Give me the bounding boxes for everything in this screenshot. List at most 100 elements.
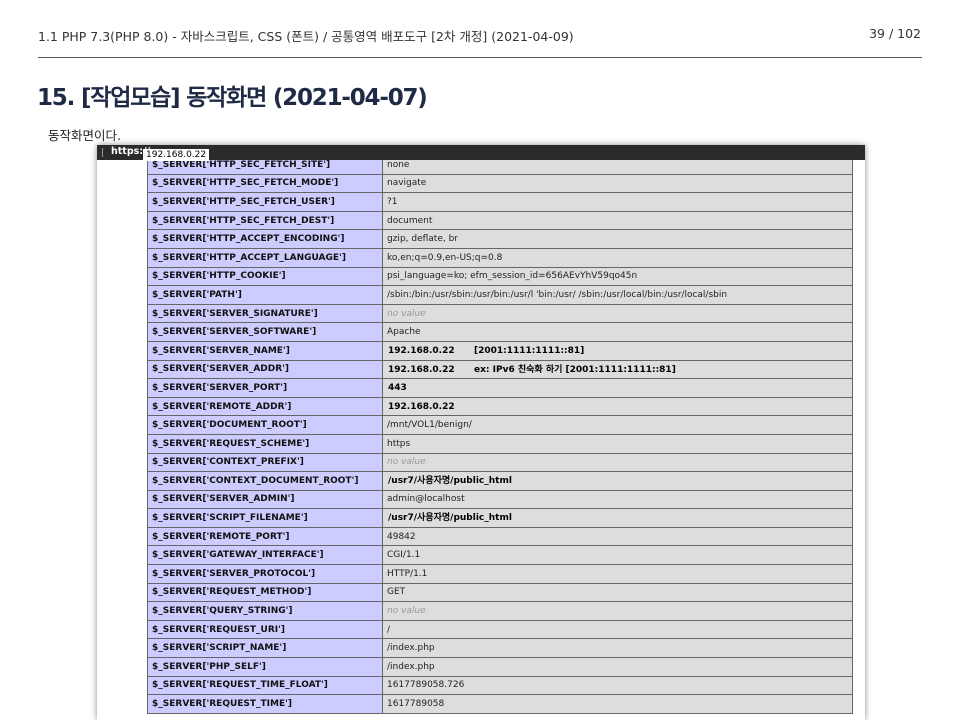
redaction-overlay-label: /usr7/사용자명/public_html (385, 509, 515, 527)
variable-value-cell: /usr7/사용자명/public_html (382, 508, 853, 528)
intro-text: 동작화면이다. (48, 128, 121, 143)
variable-value-cell: no value (382, 601, 853, 621)
variable-name-cell: $_SERVER['SERVER_PROTOCOL'] (147, 564, 383, 584)
variable-name-cell: $_SERVER['REMOTE_PORT'] (147, 526, 383, 547)
variable-value-cell: GET (382, 582, 853, 603)
variable-value: / (387, 624, 391, 635)
variable-value: https (387, 438, 411, 449)
variable-name-cell: $_SERVER['SCRIPT_NAME'] (147, 638, 383, 659)
variable-value-cell: document (382, 210, 853, 231)
variable-value: CGI/1.1 (387, 550, 421, 561)
variable-value-cell: gzip, deflate, br (382, 229, 853, 249)
table-row: $_SERVER['REQUEST_TIME'] 1617789058 (147, 694, 853, 714)
variable-value: GET (387, 587, 406, 598)
variable-name-cell: $_SERVER['HTTP_SEC_FETCH_DEST'] (147, 210, 383, 231)
table-row: $_SERVER['REMOTE_PORT'] 49842 (147, 526, 853, 547)
table-row: $_SERVER['HTTP_SEC_FETCH_MODE'] navigate (147, 173, 853, 194)
variable-name-cell: $_SERVER['HTTP_SEC_FETCH_MODE'] (147, 173, 383, 194)
page-header-title: 1.1 PHP 7.3(PHP 8.0) - 자바스크립트, CSS (폰트) … (38, 29, 574, 44)
variable-name-cell: $_SERVER['REQUEST_TIME_FLOAT'] (147, 675, 383, 696)
table-row: $_SERVER['DOCUMENT_ROOT'] /mnt/VOL1/benig… (147, 415, 853, 435)
variable-value: none (387, 159, 410, 170)
variable-value-cell: / (382, 619, 853, 640)
variable-value: Apache (387, 327, 421, 338)
variable-name-cell: $_SERVER['REQUEST_TIME'] (147, 694, 383, 714)
table-row: $_SERVER['SCRIPT_FILENAME']/usr7/사용자명/pu… (147, 508, 853, 528)
variable-value: /index.php (387, 661, 435, 672)
variable-value-cell: no value (382, 303, 853, 324)
variable-name-cell: $_SERVER['HTTP_COOKIE'] (147, 266, 383, 287)
variable-value-cell: HTTP/1.1 (382, 564, 853, 584)
variable-name-cell: $_SERVER['GATEWAY_INTERFACE'] (147, 545, 383, 566)
table-row: $_SERVER['REMOTE_ADDR'] 192.168.0.22 (147, 396, 853, 417)
screenshot-frame: $_SERVER['HTTP_SEC_FETCH_SITE'] none $_SER… (97, 145, 865, 720)
variable-value: navigate (387, 178, 427, 189)
table-row: $_SERVER['REQUEST_SCHEME'] https (147, 433, 853, 454)
browser-url-bar[interactable]: https:// 192.168.0.22 (97, 145, 865, 161)
variable-name-cell: $_SERVER['SERVER_ADMIN'] (147, 489, 383, 510)
table-row: $_SERVER['SERVER_PORT'] 443 (147, 378, 853, 398)
variable-value-cell: admin@localhost (382, 489, 853, 510)
table-row: $_SERVER['HTTP_COOKIE'] psi_language=ko; … (147, 266, 853, 287)
variable-name-cell: $_SERVER['PHP_SELF'] (147, 657, 383, 677)
variable-name-cell: $_SERVER['CONTEXT_DOCUMENT_ROOT'] (147, 471, 383, 491)
variable-name-cell: $_SERVER['REQUEST_URI'] (147, 619, 383, 640)
table-row: $_SERVER['REQUEST_METHOD'] GET (147, 582, 853, 603)
variable-name-cell: $_SERVER['REQUEST_SCHEME'] (147, 433, 383, 454)
table-row: $_SERVER['QUERY_STRING'] no value (147, 601, 853, 621)
variable-value: ?1 (387, 196, 398, 207)
page-number: 39 / 102 (869, 26, 921, 41)
variable-value: admin@localhost (387, 494, 465, 505)
header-divider (38, 57, 922, 58)
variable-value: /index.php (387, 643, 435, 654)
table-row: $_SERVER['SERVER_SOFTWARE'] Apache (147, 322, 853, 342)
table-row: $_SERVER['HTTP_ACCEPT_LANGUAGE'] ko,en;q=… (147, 247, 853, 268)
server-variables-table: $_SERVER['HTTP_SEC_FETCH_SITE'] none $_SER… (147, 155, 853, 714)
table-row: $_SERVER['PATH'] /sbin:/bin:/usr/sbin:/us… (147, 285, 853, 305)
variable-value-cell: 443 (382, 378, 853, 398)
variable-value: psi_language=ko; efm_session_id=656AEvYh… (387, 271, 638, 282)
variable-value-cell: 192.168.0.22 (382, 396, 853, 417)
variable-name-cell: $_SERVER['SCRIPT_FILENAME'] (147, 508, 383, 528)
variable-value-cell: CGI/1.1 (382, 545, 853, 566)
variable-name-cell: $_SERVER['SERVER_SIGNATURE'] (147, 303, 383, 324)
variable-value-cell: https (382, 433, 853, 454)
variable-value-cell: navigate (382, 173, 853, 194)
table-row: $_SERVER['HTTP_ACCEPT_ENCODING'] gzip, de… (147, 229, 853, 249)
variable-value: 1617789058.726 (387, 680, 465, 691)
table-row: $_SERVER['CONTEXT_DOCUMENT_ROOT']/usr7/사… (147, 471, 853, 491)
variable-value: 1617789058 (387, 699, 445, 710)
variable-value: no value (387, 308, 426, 319)
variable-value-cell: 192.168.0.22 ex: IPv6 친숙화 하기 [2001:1111:1… (382, 359, 853, 380)
variable-value-cell: /mnt/VOL1/benign/ (382, 415, 853, 435)
variable-name-cell: $_SERVER['SERVER_ADDR'] (147, 359, 383, 380)
variable-value-cell: /sbin:/bin:/usr/sbin:/usr/bin:/usr/l 'bi… (382, 285, 853, 305)
variable-value: HTTP/1.1 (387, 568, 428, 579)
table-row: $_SERVER['REQUEST_URI'] / (147, 619, 853, 640)
variable-name-cell: $_SERVER['SERVER_NAME'] (147, 340, 383, 361)
variable-name-cell: $_SERVER['REMOTE_ADDR'] (147, 396, 383, 417)
variable-value-cell: 1617789058 (382, 694, 853, 714)
variable-name-cell: $_SERVER['SERVER_SOFTWARE'] (147, 322, 383, 342)
variable-name-cell: $_SERVER['HTTP_ACCEPT_LANGUAGE'] (147, 247, 383, 268)
table-row: $_SERVER['CONTEXT_PREFIX'] no value (147, 452, 853, 473)
variable-name-cell: $_SERVER['HTTP_ACCEPT_ENCODING'] (147, 229, 383, 249)
table-row: $_SERVER['SCRIPT_NAME'] /index.php (147, 638, 853, 659)
redaction-overlay-label: 443 (385, 379, 410, 397)
variable-value-cell: ko,en;q=0.9,en-US;q=0.8 (382, 247, 853, 268)
variable-name-cell: $_SERVER['PATH'] (147, 285, 383, 305)
variable-value: document (387, 215, 433, 226)
variable-value: 49842 (387, 531, 416, 542)
table-row: $_SERVER['SERVER_ADDR'] 192.168.0.22 ex: I… (147, 359, 853, 380)
variable-name-cell: $_SERVER['QUERY_STRING'] (147, 601, 383, 621)
redaction-overlay-label: ex: IPv6 친숙화 하기 [2001:1111:1111::81] (471, 361, 679, 378)
url-host: 192.168.0.22 (143, 149, 210, 161)
variable-name-cell: $_SERVER['HTTP_SEC_FETCH_USER'] (147, 192, 383, 212)
variable-name-cell: $_SERVER['REQUEST_METHOD'] (147, 582, 383, 603)
table-row: $_SERVER['SERVER_ADMIN'] admin@localhost (147, 489, 853, 510)
table-row: $_SERVER['SERVER_SIGNATURE'] no value (147, 303, 853, 324)
variable-value-cell: 1617789058.726 (382, 675, 853, 696)
redaction-overlay-label: /usr7/사용자명/public_html (385, 472, 515, 490)
variable-name-cell: $_SERVER['CONTEXT_PREFIX'] (147, 452, 383, 473)
redaction-overlay-label: 192.168.0.22 (385, 361, 458, 378)
